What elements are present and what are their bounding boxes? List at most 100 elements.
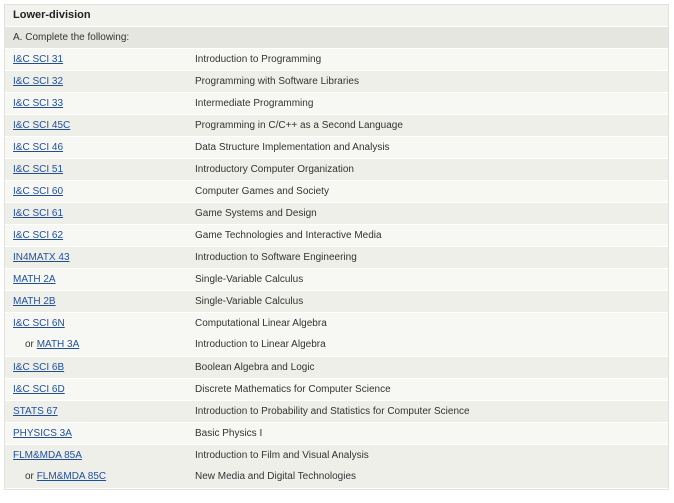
course-title-cell: Intermediate Programming	[195, 93, 655, 114]
course-row: STATS 67 Introduction to Probability and …	[5, 401, 668, 423]
course-title: Data Structure Implementation and Analys…	[195, 142, 390, 153]
course-code-link[interactable]: I&C SCI 61	[13, 208, 63, 219]
course-title: Introduction to Linear Algebra	[195, 339, 326, 350]
course-row: IN4MATX 43 Introduction to Software Engin…	[5, 247, 668, 269]
course-code-cell: I&C SCI 60	[13, 181, 183, 202]
course-title: Computational Linear Algebra	[195, 318, 327, 329]
course-title-cell: Basic Physics I	[195, 423, 655, 444]
course-title-cell: Programming in C/C++ as a Second Languag…	[195, 115, 655, 136]
course-title-cell: Game Systems and Design	[195, 203, 655, 224]
course-row: PHYSICS 3A Basic Physics I	[5, 423, 668, 445]
course-code-cell: I&C SCI 45C	[13, 115, 183, 136]
course-title: Game Systems and Design	[195, 208, 317, 219]
course-code-link[interactable]: I&C SCI 6D	[13, 384, 65, 395]
course-code-cell: I&C SCI 51	[13, 159, 183, 180]
course-row: I&C SCI 62 Game Technologies and Interact…	[5, 225, 668, 247]
course-code-cell: MATH 2A	[13, 269, 183, 290]
course-title-cell: Data Structure Implementation and Analys…	[195, 137, 655, 158]
course-code-cell: MATH 2B	[13, 291, 183, 312]
course-code-cell: I&C SCI 32	[13, 71, 183, 92]
course-title-cell: Programming with Software Libraries	[195, 71, 655, 92]
course-row: I&C SCI 6B Boolean Algebra and Logic	[5, 357, 668, 379]
course-title: Programming with Software Libraries	[195, 76, 359, 87]
course-code-cell: IN4MATX 43	[13, 247, 183, 268]
course-code-cell: I&C SCI 31	[13, 49, 183, 70]
course-title: Introduction to Probability and Statisti…	[195, 406, 470, 417]
course-title-cell: Single-Variable Calculus	[195, 269, 655, 290]
course-code-link[interactable]: I&C SCI 33	[13, 98, 63, 109]
course-title-cell: Boolean Algebra and Logic	[195, 357, 655, 378]
course-title: Single-Variable Calculus	[195, 274, 304, 285]
course-code-link[interactable]: STATS 67	[13, 406, 58, 417]
course-code-cell: I&C SCI 6B	[13, 357, 183, 378]
course-code-cell: I&C SCI 62	[13, 225, 183, 246]
course-list: I&C SCI 31 Introduction to Programming I&C…	[5, 49, 668, 489]
course-requirements-table: Lower-division A. Complete the following…	[4, 4, 669, 490]
course-title-cell: Computer Games and Society	[195, 181, 655, 202]
course-code-cell: FLM&MDA 85A or FLM&MDA 85C	[13, 445, 183, 487]
course-title-cell: Game Technologies and Interactive Media	[195, 225, 655, 246]
course-row: MATH 2B Single-Variable Calculus	[5, 291, 668, 313]
course-code-link[interactable]: I&C SCI 31	[13, 54, 63, 65]
course-title-cell: Single-Variable Calculus	[195, 291, 655, 312]
course-title: New Media and Digital Technologies	[195, 471, 357, 482]
section-subtitle: A. Complete the following:	[5, 27, 668, 49]
course-row: I&C SCI 46 Data Structure Implementation …	[5, 137, 668, 159]
course-code-cell: STATS 67	[13, 401, 183, 422]
course-title: Single-Variable Calculus	[195, 296, 304, 307]
course-title: Intermediate Programming	[195, 98, 314, 109]
course-row: I&C SCI 45C Programming in C/C++ as a Sec…	[5, 115, 668, 137]
course-code-link[interactable]: I&C SCI 32	[13, 76, 63, 87]
course-code-link[interactable]: FLM&MDA 85A	[13, 450, 82, 461]
course-code-link[interactable]: FLM&MDA 85C	[37, 471, 106, 482]
course-code-link[interactable]: I&C SCI 46	[13, 142, 63, 153]
course-code-link[interactable]: I&C SCI 45C	[13, 120, 70, 131]
course-title: Programming in C/C++ as a Second Languag…	[195, 120, 403, 131]
course-title: Introductory Computer Organization	[195, 164, 354, 175]
course-row: I&C SCI 61 Game Systems and Design	[5, 203, 668, 225]
course-title-cell: Introductory Computer Organization	[195, 159, 655, 180]
course-code-link[interactable]: I&C SCI 6N	[13, 318, 65, 329]
course-row: I&C SCI 31 Introduction to Programming	[5, 49, 668, 71]
course-code-link[interactable]: MATH 2A	[13, 274, 56, 285]
course-code-cell: I&C SCI 6N or MATH 3A	[13, 313, 183, 355]
course-code-cell: I&C SCI 6D	[13, 379, 183, 400]
course-title-cell: Introduction to Software Engineering	[195, 247, 655, 268]
course-code-link[interactable]: MATH 3A	[37, 339, 80, 350]
course-code-link[interactable]: I&C SCI 60	[13, 186, 63, 197]
section-title: Lower-division	[5, 5, 668, 27]
course-title: Game Technologies and Interactive Media	[195, 230, 382, 241]
course-row: MATH 2A Single-Variable Calculus	[5, 269, 668, 291]
course-row: I&C SCI 51 Introductory Computer Organiza…	[5, 159, 668, 181]
course-row: I&C SCI 32 Programming with Software Libr…	[5, 71, 668, 93]
course-title: Computer Games and Society	[195, 186, 329, 197]
course-title: Introduction to Programming	[195, 54, 322, 65]
course-title-cell: Introduction to Probability and Statisti…	[195, 401, 655, 422]
course-title-cell: Introduction to Programming	[195, 49, 655, 70]
course-row: I&C SCI 6D Discrete Mathematics for Compu…	[5, 379, 668, 401]
course-title: Introduction to Software Engineering	[195, 252, 357, 263]
course-code-link[interactable]: PHYSICS 3A	[13, 428, 72, 439]
course-title: Boolean Algebra and Logic	[195, 362, 315, 373]
course-title-cell: Discrete Mathematics for Computer Scienc…	[195, 379, 655, 400]
course-code-link[interactable]: MATH 2B	[13, 296, 56, 307]
course-code-link[interactable]: I&C SCI 62	[13, 230, 63, 241]
course-row: I&C SCI 6N or MATH 3A Computational Linear…	[5, 313, 668, 357]
course-code-link[interactable]: I&C SCI 51	[13, 164, 63, 175]
course-code-link[interactable]: I&C SCI 6B	[13, 362, 64, 373]
course-row: I&C SCI 60 Computer Games and Society	[5, 181, 668, 203]
course-title-cell: Introduction to Film and Visual Analysis…	[195, 445, 655, 487]
course-title: Basic Physics I	[195, 428, 263, 439]
course-code-cell: I&C SCI 33	[13, 93, 183, 114]
course-row: FLM&MDA 85A or FLM&MDA 85C Introduction to…	[5, 445, 668, 489]
or-prefix: or	[25, 339, 34, 350]
course-code-link[interactable]: IN4MATX 43	[13, 252, 70, 263]
or-prefix: or	[25, 471, 34, 482]
course-row: I&C SCI 33 Intermediate Programming	[5, 93, 668, 115]
course-code-cell: PHYSICS 3A	[13, 423, 183, 444]
course-title-cell: Computational Linear Algebra Introduction…	[195, 313, 655, 355]
course-code-cell: I&C SCI 46	[13, 137, 183, 158]
course-title: Discrete Mathematics for Computer Scienc…	[195, 384, 391, 395]
course-title: Introduction to Film and Visual Analysis	[195, 450, 369, 461]
course-code-cell: I&C SCI 61	[13, 203, 183, 224]
